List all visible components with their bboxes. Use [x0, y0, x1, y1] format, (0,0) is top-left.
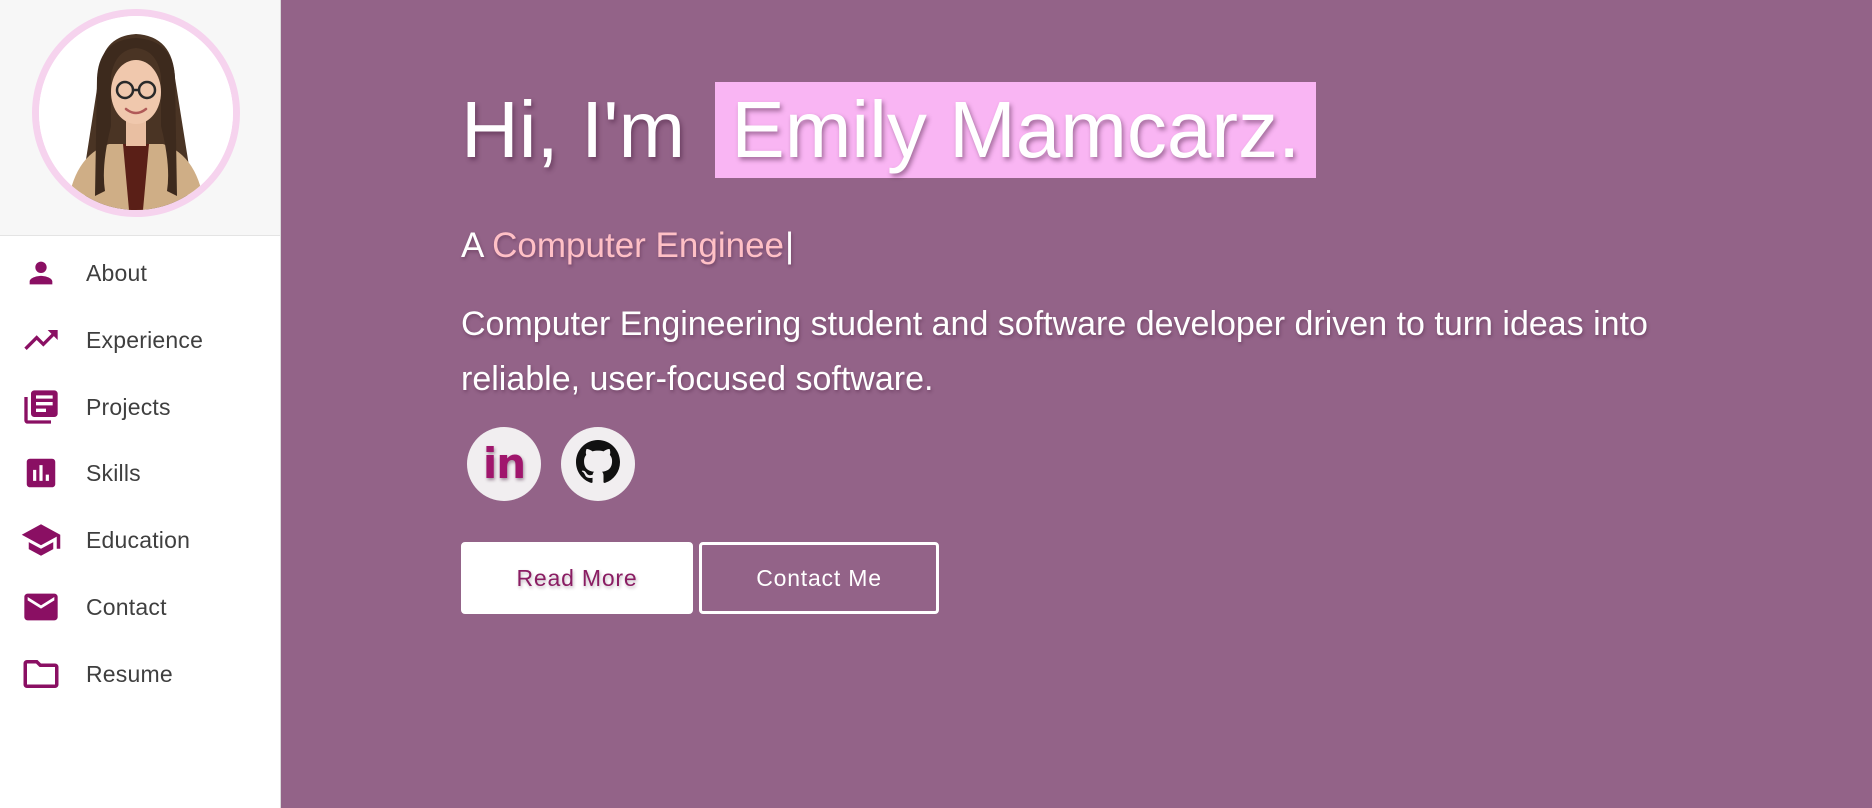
typing-caret: |: [785, 226, 795, 265]
sidebar-item-label: Resume: [86, 660, 173, 687]
typed-prefix: A: [461, 226, 483, 265]
sidebar-item-label: Experience: [86, 326, 204, 353]
sidebar-item-skills[interactable]: Skills: [0, 445, 280, 501]
mail-icon: [20, 586, 62, 628]
sidebar-item-projects[interactable]: Projects: [0, 379, 280, 435]
greeting: Hi, I'm: [461, 85, 686, 174]
hero-section: Hi, I'm Emily Mamcarz. A Computer Engine…: [281, 0, 1872, 808]
linkedin-button[interactable]: in: [467, 427, 541, 501]
avatar: [32, 9, 240, 217]
sidebar-item-label: Skills: [86, 459, 141, 486]
folder-icon: [20, 653, 62, 695]
sidebar-item-label: Education: [86, 526, 191, 553]
graduation-cap-icon: [20, 519, 62, 561]
sidebar-item-contact[interactable]: Contact: [0, 579, 280, 635]
trending-up-icon: [20, 319, 62, 361]
read-more-button[interactable]: Read More: [461, 542, 693, 614]
headline: Hi, I'm Emily Mamcarz.: [461, 82, 1317, 178]
sidebar-item-resume[interactable]: Resume: [0, 646, 280, 702]
bio-text: Computer Engineering student and softwar…: [461, 305, 1648, 398]
linkedin-icon: in: [482, 438, 526, 488]
typed-tagline: A Computer Enginee|: [461, 226, 794, 266]
contact-me-button[interactable]: Contact Me: [699, 542, 939, 614]
library-books-icon: [20, 386, 62, 428]
name-highlight: Emily Mamcarz.: [715, 82, 1317, 178]
bar-chart-icon: [20, 452, 62, 494]
page: About Experience Projects Skills Educati…: [0, 0, 1872, 808]
sidebar-item-label: About: [86, 259, 148, 286]
profile-photo: [39, 16, 233, 210]
sidebar-item-label: Projects: [86, 393, 171, 420]
person-icon: [20, 252, 62, 294]
github-icon: [576, 439, 620, 489]
sidebar-item-education[interactable]: Education: [0, 512, 280, 568]
sidebar-item-experience[interactable]: Experience: [0, 312, 280, 368]
sidebar-item-about[interactable]: About: [0, 245, 280, 301]
sidebar: About Experience Projects Skills Educati…: [0, 0, 281, 808]
sidebar-item-label: Contact: [86, 593, 167, 620]
github-button[interactable]: [561, 427, 635, 501]
typed-role: Computer Enginee: [492, 226, 784, 265]
profile-header: [0, 0, 280, 236]
